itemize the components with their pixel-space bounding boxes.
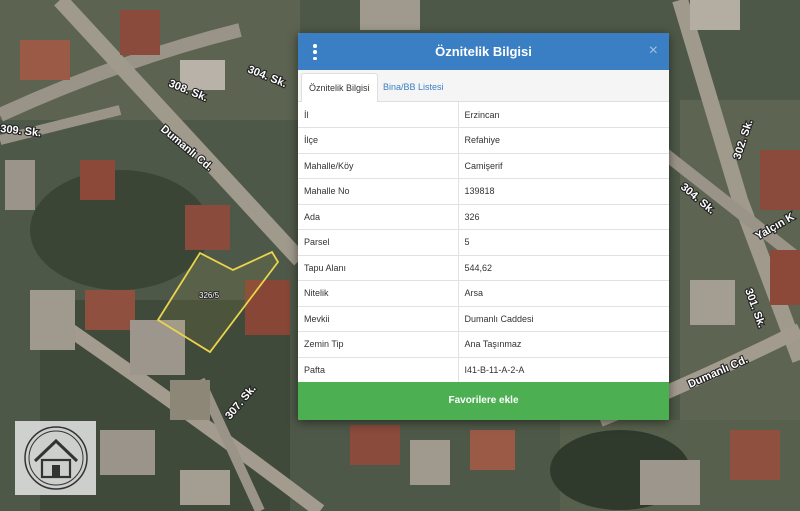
- attribute-value: Camişerif: [458, 153, 669, 179]
- tab-building-list[interactable]: Bina/BB Listesi: [376, 73, 451, 101]
- attribute-key: Mahalle No: [298, 178, 459, 205]
- attribute-key: Ada: [298, 204, 459, 230]
- attribute-key: Mevkii: [298, 306, 459, 332]
- table-row: Mahalle No 139818: [298, 178, 669, 205]
- attribute-key: Tapu Alanı: [298, 255, 459, 281]
- table-row: Zemin Tip Ana Taşınmaz: [298, 331, 669, 358]
- home-logo: [15, 421, 96, 495]
- attribute-value: Refahiye: [458, 127, 669, 154]
- attribute-value: 139818: [458, 178, 669, 205]
- attribute-info-modal: Öznitelik Bilgisi × Öznitelik Bilgisi Bi…: [298, 33, 669, 420]
- attribute-table: İl Erzincan İlçe Refahiye Mahalle/Köy Camiş…: [298, 102, 669, 383]
- table-row: Parsel 5: [298, 229, 669, 256]
- attribute-value: 5: [458, 229, 669, 256]
- attribute-key: Mahalle/Köy: [298, 153, 459, 179]
- close-icon[interactable]: ×: [649, 41, 658, 61]
- table-row: Pafta I41-B-11-A-2-A: [298, 357, 669, 383]
- attribute-value: I41-B-11-A-2-A: [458, 357, 669, 383]
- table-row: İl Erzincan: [298, 102, 669, 128]
- modal-header: Öznitelik Bilgisi ×: [298, 33, 669, 70]
- modal-title: Öznitelik Bilgisi: [435, 44, 532, 59]
- tab-bar: Öznitelik Bilgisi Bina/BB Listesi: [298, 70, 669, 102]
- table-row: İlçe Refahiye: [298, 127, 669, 154]
- attribute-value: Erzincan: [458, 102, 669, 128]
- attribute-value: Dumanlı Caddesi: [458, 306, 669, 332]
- attribute-value: 544,62: [458, 255, 669, 281]
- attribute-value: Ana Taşınmaz: [458, 331, 669, 358]
- attribute-value: 326: [458, 204, 669, 230]
- table-row: Mahalle/Köy Camişerif: [298, 153, 669, 179]
- attribute-key: Parsel: [298, 229, 459, 256]
- attribute-key: İlçe: [298, 127, 459, 154]
- attribute-key: İl: [298, 102, 459, 128]
- parcel-label: 326/5: [199, 291, 220, 300]
- add-to-favorites-button[interactable]: Favorilere ekle: [298, 382, 669, 420]
- attribute-key: Nitelik: [298, 280, 459, 307]
- tab-attribute-info[interactable]: Öznitelik Bilgisi: [301, 73, 378, 102]
- table-row: Nitelik Arsa: [298, 280, 669, 307]
- table-row: Ada 326: [298, 204, 669, 230]
- table-row: Tapu Alanı 544,62: [298, 255, 669, 281]
- table-row: Mevkii Dumanlı Caddesi: [298, 306, 669, 332]
- house-icon: [23, 426, 88, 490]
- attribute-key: Pafta: [298, 357, 459, 383]
- attribute-key: Zemin Tip: [298, 331, 459, 358]
- attribute-value: Arsa: [458, 280, 669, 307]
